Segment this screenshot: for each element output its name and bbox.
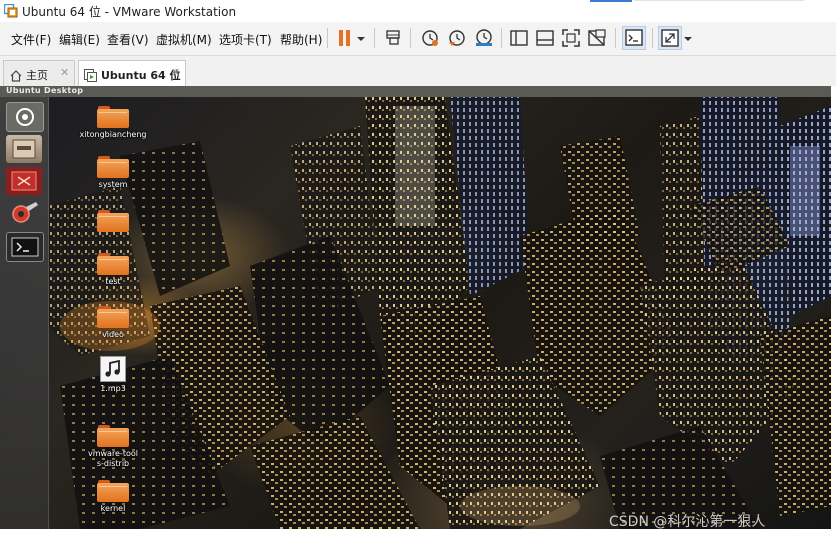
- tab-home[interactable]: 主页 ✕: [3, 60, 75, 86]
- desktop-folder-item[interactable]: video: [78, 306, 148, 340]
- menu-help[interactable]: 帮助(H): [280, 31, 322, 48]
- tab-ubuntu[interactable]: Ubuntu 64 位 ✕: [78, 60, 186, 86]
- menu-file[interactable]: 文件(F): [11, 31, 51, 48]
- revert-snapshot-icon[interactable]: [446, 27, 468, 49]
- toolbar-separator: [374, 28, 375, 48]
- toolbar-separator: [652, 28, 653, 48]
- toolbar-separator: [615, 28, 616, 48]
- snapshot-icon[interactable]: [419, 27, 441, 49]
- desktop-item-label: system: [98, 180, 128, 189]
- menu-toolbar: 文件(F) 编辑(E) 查看(V) 虚拟机(M) 选项卡(T) 帮助(H): [0, 22, 836, 56]
- stretch-icon[interactable]: [658, 26, 682, 50]
- dropdown-arrow-icon[interactable]: [682, 27, 694, 49]
- desktop-folder-item[interactable]: test: [78, 253, 148, 287]
- full-screen-icon[interactable]: [560, 27, 582, 49]
- toolbar-separator: [501, 28, 502, 48]
- audio-file-icon: [100, 356, 126, 382]
- menu-edit[interactable]: 编辑(E): [59, 31, 100, 48]
- vmware-app-icon: [3, 3, 18, 18]
- ubuntu-launcher: [0, 97, 49, 529]
- dropdown-arrow-icon[interactable]: [354, 27, 368, 49]
- files-icon[interactable]: [6, 135, 42, 163]
- desktop-folder-item[interactable]: xitongbiancheng: [78, 106, 148, 140]
- desktop-folder-item[interactable]: system: [78, 156, 148, 190]
- tab-ubuntu-label: Ubuntu 64 位: [101, 69, 181, 82]
- terminal-icon[interactable]: [6, 232, 44, 262]
- title-bar: Ubuntu 64 位 - VMware Workstation: [0, 0, 836, 22]
- desktop-folder-item[interactable]: [78, 210, 148, 234]
- system-settings-icon[interactable]: [6, 199, 42, 227]
- dash-home-icon[interactable]: [6, 102, 44, 132]
- vm-display[interactable]: Ubuntu Desktop xitongbiancheng system te: [0, 86, 831, 529]
- folder-icon: [97, 306, 129, 328]
- menu-tabs[interactable]: 选项卡(T): [219, 31, 272, 48]
- folder-icon: [97, 480, 129, 502]
- vm-header-title: Ubuntu Desktop: [6, 86, 84, 95]
- desktop-item-label: xitongbiancheng: [79, 130, 147, 139]
- desktop-item-label: 1.mp3: [100, 384, 126, 393]
- folder-icon: [97, 106, 129, 128]
- desktop-item-label: kernel: [100, 504, 126, 513]
- folder-icon: [97, 210, 129, 232]
- desktop-audio-item[interactable]: 1.mp3: [78, 356, 148, 394]
- desktop-item-label: test: [105, 277, 121, 286]
- toolbar-separator: [410, 28, 411, 48]
- menu-vm[interactable]: 虚拟机(M): [156, 31, 212, 48]
- window-divider-line: [634, 0, 804, 1]
- watermark-text: CSDN @科尔沁第一狠人: [609, 514, 766, 530]
- desktop-folder-item[interactable]: kernel: [78, 480, 148, 514]
- pause-icon[interactable]: [334, 27, 356, 49]
- toolbar-separator: [327, 28, 328, 48]
- menu-view[interactable]: 查看(V): [107, 31, 149, 48]
- folder-icon: [97, 156, 129, 178]
- folder-icon: [97, 253, 129, 275]
- close-icon[interactable]: ✕: [60, 66, 69, 79]
- terminal-red-icon[interactable]: [6, 167, 42, 195]
- window-title: Ubuntu 64 位 - VMware Workstation: [22, 5, 237, 19]
- thumbnail-icon[interactable]: [534, 27, 556, 49]
- library-icon[interactable]: [508, 27, 530, 49]
- console-icon[interactable]: [622, 26, 646, 50]
- desktop-folder-item[interactable]: vmware-tools-distrib: [74, 425, 152, 469]
- desktop-item-label: video: [102, 330, 124, 339]
- vm-tab-icon: [84, 67, 97, 86]
- close-icon[interactable]: ✕: [171, 66, 180, 79]
- send-keys-icon[interactable]: [383, 27, 405, 49]
- vm-panel-header: Ubuntu Desktop: [0, 86, 831, 97]
- unity-icon[interactable]: [586, 27, 608, 49]
- desktop-item-label: vmware-tools-distrib: [87, 449, 139, 468]
- window-accent-line: [590, 0, 632, 2]
- tab-bar: 主页 ✕ Ubuntu 64 位 ✕: [0, 56, 836, 86]
- home-icon: [10, 67, 22, 86]
- folder-icon: [97, 425, 129, 447]
- tab-home-label: 主页: [26, 69, 48, 82]
- snapshot-manager-icon[interactable]: [473, 27, 495, 49]
